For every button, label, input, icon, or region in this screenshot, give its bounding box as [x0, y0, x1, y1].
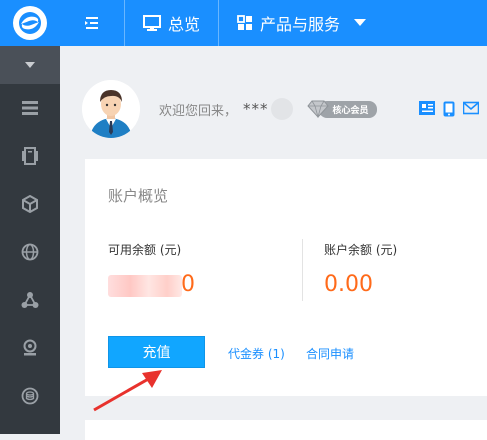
sidebar-item-webcam[interactable] [0, 324, 60, 372]
logo-icon [13, 6, 47, 40]
nav-products-services[interactable]: 产品与服务 [218, 0, 384, 46]
recharge-button[interactable]: 充值 [108, 336, 205, 368]
nav-products-label: 产品与服务 [260, 15, 341, 34]
grid-icon [237, 15, 253, 31]
member-badge: 核心会员 [306, 100, 377, 118]
globe-icon [21, 243, 39, 261]
sidebar-item-server[interactable] [0, 132, 60, 180]
network-icon [21, 292, 39, 308]
contract-application-link[interactable]: 合同申请 [306, 345, 354, 362]
account-overview-title: 账户概览 [108, 187, 169, 205]
caret-down-icon [25, 62, 35, 68]
secondary-card [85, 420, 487, 440]
sidebar [0, 46, 60, 434]
nav-overview[interactable]: 总览 [124, 0, 218, 46]
account-balance-value: 0.00 [324, 272, 373, 297]
available-balance-mask [108, 275, 182, 297]
diamond-icon [306, 100, 329, 118]
monitor-icon [143, 15, 161, 31]
list-icon [22, 101, 38, 115]
username-mask [270, 98, 293, 120]
sidebar-item-globe[interactable] [0, 228, 60, 276]
annotation-arrow [93, 370, 162, 412]
mobile-phone-icon[interactable] [443, 101, 455, 117]
contact-icons [419, 101, 479, 117]
sidebar-collapse-button[interactable] [0, 46, 60, 84]
chevron-down-icon [354, 19, 367, 27]
available-balance-value: 0 [181, 272, 195, 297]
available-balance-label: 可用余额 (元) [108, 243, 182, 257]
nav-overview-label: 总览 [168, 15, 201, 34]
cube-icon [22, 195, 38, 213]
server-icon [22, 147, 38, 165]
account-balance-label: 账户余额 (元) [324, 243, 398, 257]
sidebar-item-database[interactable] [0, 372, 60, 420]
sidebar-item-network[interactable] [0, 276, 60, 324]
sidebar-item-cube[interactable] [0, 180, 60, 228]
database-icon [21, 387, 39, 405]
account-overview-card: 账户概览 可用余额 (元) 0 账户余额 (元) 0.00 充值 代金券 (1)… [85, 159, 487, 396]
webcam-icon [23, 339, 37, 356]
voucher-link[interactable]: 代金券 (1) [228, 345, 285, 362]
user-profile: 欢迎您回来， *** 核心会员 [82, 78, 377, 140]
top-navigation-bar: 总览 产品与服务 [0, 0, 487, 46]
masked-username: *** [243, 100, 269, 118]
avatar[interactable] [82, 80, 140, 138]
balance-divider [302, 239, 303, 301]
email-icon[interactable] [463, 101, 479, 115]
menu-indent-icon [85, 17, 98, 29]
welcome-text: 欢迎您回来， [159, 103, 238, 119]
sidebar-item-list[interactable] [0, 84, 60, 132]
id-card-icon[interactable] [419, 101, 435, 115]
logo[interactable] [0, 0, 60, 46]
menu-toggle-button[interactable] [60, 0, 124, 46]
user-avatar-icon [82, 80, 140, 138]
